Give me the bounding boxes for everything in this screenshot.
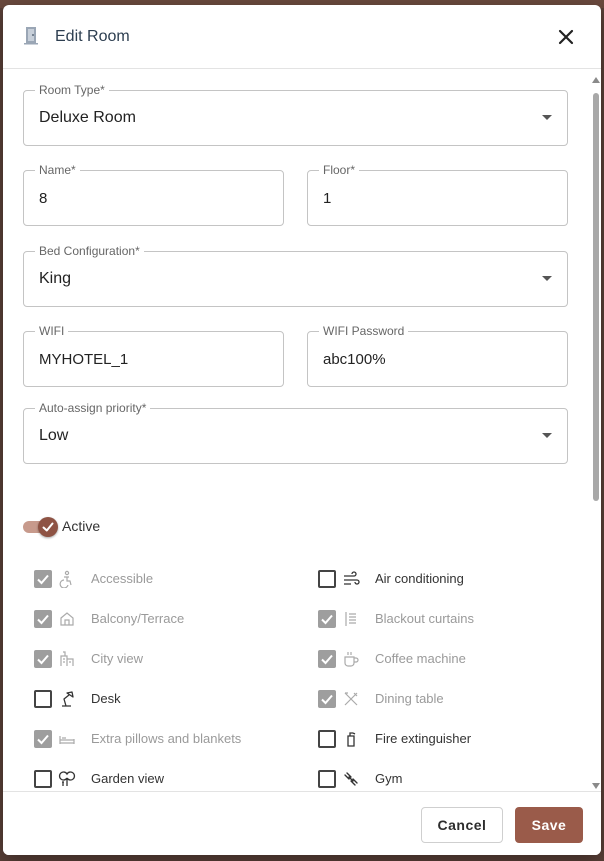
- checkbox-checked[interactable]: [318, 690, 336, 708]
- auto-assign-priority-select[interactable]: Auto-assign priority* Low: [23, 401, 568, 464]
- air-conditioning-icon: [344, 571, 360, 585]
- cancel-button[interactable]: Cancel: [421, 807, 503, 843]
- auto-assign-priority-value: Low: [39, 427, 69, 444]
- edit-room-dialog: Edit Room Room Type* Deluxe Room Name* 8…: [3, 5, 601, 855]
- amenity-label: Blackout curtains: [375, 611, 474, 626]
- gym-icon: [344, 772, 358, 786]
- amenity-label: Gym: [375, 771, 403, 786]
- check-icon: [42, 522, 54, 532]
- wifi-field[interactable]: WIFI MYHOTEL_1: [23, 324, 284, 387]
- amenity-label: City view: [91, 651, 144, 666]
- wifi-value: MYHOTEL_1: [39, 350, 129, 368]
- amenity-balcony[interactable]: Balcony/Terrace: [34, 607, 304, 631]
- amenity-dining-table[interactable]: Dining table: [318, 687, 588, 711]
- amenity-label: Air conditioning: [375, 571, 464, 586]
- amenity-city-view[interactable]: City view: [34, 647, 304, 671]
- dining-icon: [344, 692, 358, 706]
- amenity-fire-extinguisher[interactable]: Fire extinguisher: [318, 727, 588, 751]
- wifi-password-field[interactable]: WIFI Password abc100%: [307, 324, 568, 387]
- amenity-label: Extra pillows and blankets: [91, 731, 242, 746]
- amenity-extra-pillows[interactable]: Extra pillows and blankets: [34, 727, 304, 751]
- dialog-content: Room Type* Deluxe Room Name* 8 Floor* 1 …: [3, 70, 601, 790]
- wifi-password-value: abc100%: [323, 350, 386, 368]
- checkbox-checked[interactable]: [318, 610, 336, 628]
- checkbox-unchecked[interactable]: [318, 570, 336, 588]
- toggle-thumb: [38, 517, 58, 537]
- amenity-coffee-machine[interactable]: Coffee machine: [318, 647, 588, 671]
- checkbox-checked[interactable]: [318, 650, 336, 668]
- amenity-label: Fire extinguisher: [375, 731, 472, 746]
- dialog-header: Edit Room: [3, 5, 601, 69]
- city-view-icon: [60, 651, 74, 666]
- floor-field[interactable]: Floor* 1: [307, 163, 568, 226]
- amenity-label: Dining table: [375, 691, 444, 706]
- amenity-label: Accessible: [91, 571, 154, 586]
- checkbox-unchecked[interactable]: [34, 690, 52, 708]
- dialog-title: Edit Room: [55, 28, 130, 45]
- desk-lamp-icon: [62, 691, 74, 707]
- checkbox-checked[interactable]: [34, 610, 52, 628]
- active-toggle[interactable]: [23, 515, 61, 539]
- checkbox-checked[interactable]: [34, 730, 52, 748]
- name-value: 8: [39, 189, 48, 207]
- scroll-down-arrow[interactable]: [592, 783, 600, 789]
- room-type-value: Deluxe Room: [39, 109, 136, 126]
- balcony-icon: [60, 612, 74, 626]
- accessible-icon: [59, 570, 72, 588]
- door-icon: [24, 27, 38, 45]
- room-type-select[interactable]: Room Type* Deluxe Room: [23, 83, 568, 146]
- amenity-garden-view[interactable]: Garden view: [34, 767, 304, 790]
- checkbox-unchecked[interactable]: [318, 770, 336, 788]
- amenity-label: Garden view: [91, 771, 164, 786]
- checkbox-checked[interactable]: [34, 650, 52, 668]
- fire-extinguisher-icon: [347, 732, 356, 747]
- content-scrollbar[interactable]: [590, 75, 601, 791]
- checkbox-unchecked[interactable]: [318, 730, 336, 748]
- checkbox-checked[interactable]: [34, 570, 52, 588]
- amenity-label: Balcony/Terrace: [91, 611, 185, 626]
- active-label: Active: [62, 518, 101, 534]
- checkbox-unchecked[interactable]: [34, 770, 52, 788]
- amenity-air-conditioning[interactable]: Air conditioning: [318, 567, 588, 591]
- name-field[interactable]: Name* 8: [23, 163, 284, 226]
- amenity-blackout-curtains[interactable]: Blackout curtains: [318, 607, 588, 631]
- amenity-label: Desk: [91, 691, 121, 706]
- chevron-down-icon: [542, 115, 552, 120]
- dialog-footer: Cancel Save: [3, 791, 601, 855]
- close-icon[interactable]: [554, 25, 578, 49]
- scroll-thumb[interactable]: [593, 93, 599, 501]
- curtains-icon: [345, 612, 356, 626]
- amenity-gym[interactable]: Gym: [318, 767, 588, 790]
- bed-configuration-value: King: [39, 270, 72, 287]
- chevron-down-icon: [542, 433, 552, 438]
- bed-configuration-select[interactable]: Bed Configuration* King: [23, 244, 568, 307]
- amenity-accessible[interactable]: Accessible: [34, 567, 304, 591]
- save-button[interactable]: Save: [515, 807, 583, 843]
- amenity-label: Coffee machine: [375, 651, 466, 666]
- amenity-desk[interactable]: Desk: [34, 687, 304, 711]
- coffee-icon: [344, 652, 359, 667]
- scroll-up-arrow[interactable]: [592, 77, 600, 83]
- chevron-down-icon: [542, 276, 552, 281]
- bed-icon: [59, 736, 75, 744]
- garden-icon: [58, 771, 76, 786]
- floor-value: 1: [323, 189, 332, 207]
